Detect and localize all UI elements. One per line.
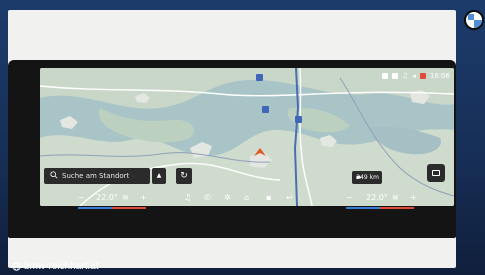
back-icon[interactable]: ↩ [286, 192, 293, 204]
route-button[interactable]: ↻ [176, 168, 192, 184]
left-temp-minus-button[interactable]: − [78, 192, 85, 204]
alert-icon [419, 73, 426, 79]
fan-icon[interactable]: ✲ [224, 192, 231, 204]
right-temp-cold-bar [346, 207, 380, 209]
status-bar: ♫ ◂ 16:06 [382, 71, 450, 81]
globe-icon [12, 262, 21, 271]
camera-icon [432, 170, 440, 176]
signal-icon [382, 73, 389, 79]
right-temp-plus-button[interactable]: + [410, 192, 417, 204]
seat-heat-right-icon[interactable]: ≋ [392, 192, 399, 204]
car-icon [356, 175, 361, 179]
range-indicator: 249 km [352, 171, 382, 184]
range-unit: km [369, 174, 379, 181]
left-temp-value: 22.0° [96, 193, 118, 202]
apps-icon[interactable]: ▪ [266, 192, 271, 204]
search-menu-button[interactable]: ▲ [152, 168, 166, 184]
phone-icon[interactable]: ✆ [204, 192, 211, 204]
phone-status-icon [392, 73, 399, 79]
music-icon[interactable]: ♫ [184, 192, 191, 204]
left-temp-warm-bar [112, 207, 146, 209]
magnifier-icon [50, 171, 58, 179]
search-placeholder: Suche am Standort [62, 172, 130, 180]
navigation-display[interactable]: ♫ ◂ 16:06 Suche am Standort ▲ ↻ 249 km [40, 68, 454, 206]
music-status-icon: ♫ [402, 72, 409, 80]
seat-heat-left-icon[interactable]: ≋ [122, 192, 129, 204]
website-url[interactable]: bmw-reichhart.at [24, 261, 98, 272]
search-input[interactable]: Suche am Standort [44, 168, 150, 184]
left-temp-cold-bar [78, 207, 112, 209]
volume-icon: ◂ [412, 72, 416, 80]
left-temp-plus-button[interactable]: + [140, 192, 147, 204]
right-temp-value: 22.0° [366, 193, 388, 202]
home-icon[interactable]: ⌂ [244, 192, 249, 204]
camera-button[interactable] [427, 164, 445, 182]
climate-bar: − 22.0° ≋ + ♫ ✆ ✲ ⌂ ▪ ↩ − 22.0° ≋ + [40, 190, 454, 209]
map-view[interactable] [40, 68, 454, 206]
route-icon: ↻ [180, 171, 188, 181]
clock: 16:06 [429, 72, 450, 80]
bmw-logo [464, 10, 484, 30]
right-temp-warm-bar [380, 207, 414, 209]
right-temp-minus-button[interactable]: − [346, 192, 353, 204]
